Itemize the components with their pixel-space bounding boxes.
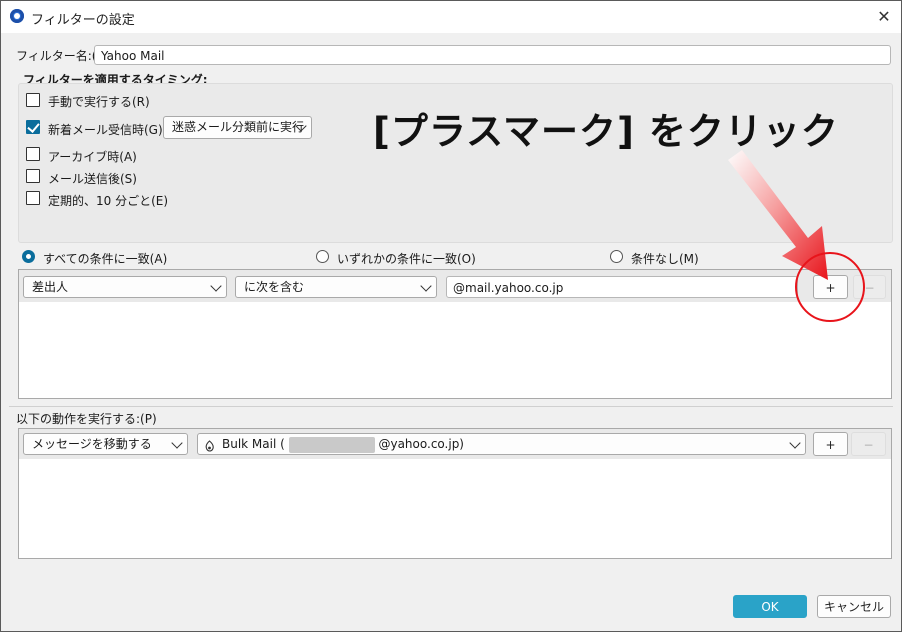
- condition-field-value: 差出人: [32, 280, 69, 294]
- manual-run-label: 手動で実行する(R): [48, 95, 150, 109]
- section-divider: [9, 406, 893, 407]
- new-mail-checkbox[interactable]: [26, 120, 40, 134]
- action-target-prefix: Bulk Mail (: [222, 437, 285, 451]
- match-any-label: いずれかの条件に一致(O): [337, 252, 476, 266]
- match-all-radio[interactable]: [22, 250, 35, 263]
- new-mail-timing-value: 迷惑メール分類前に実行: [172, 120, 305, 134]
- condition-field-select[interactable]: 差出人: [23, 276, 227, 298]
- new-mail-timing-select[interactable]: 迷惑メール分類前に実行: [163, 116, 312, 139]
- archive-label: アーカイブ時(A): [48, 150, 137, 164]
- action-type-select[interactable]: メッセージを移動する: [23, 433, 188, 455]
- match-any-radio[interactable]: [316, 250, 329, 263]
- manual-run-checkbox[interactable]: [26, 93, 40, 107]
- chevron-down-icon: [420, 280, 432, 292]
- match-none-radio[interactable]: [610, 250, 623, 263]
- action-target-select[interactable]: Bulk Mail ( @yahoo.co.jp): [197, 433, 806, 455]
- folder-icon: [204, 438, 215, 452]
- periodic-checkbox[interactable]: [26, 191, 40, 205]
- add-action-button[interactable]: +: [813, 432, 848, 456]
- chevron-down-icon: [789, 437, 801, 449]
- archive-checkbox[interactable]: [26, 147, 40, 161]
- match-none-label: 条件なし(M): [631, 252, 699, 266]
- thunderbird-icon: [10, 9, 24, 23]
- action-type-value: メッセージを移動する: [32, 437, 152, 451]
- add-condition-button[interactable]: +: [813, 275, 848, 299]
- actions-heading: 以下の動作を実行する:(P): [16, 412, 157, 426]
- new-mail-label: 新着メール受信時(G):: [48, 123, 167, 137]
- remove-action-button[interactable]: −: [851, 432, 886, 456]
- periodic-label: 定期的、10 分ごと(E): [48, 194, 169, 208]
- filter-settings-dialog: フィルターの設定 ✕ フィルター名:(I) Yahoo Mail フィルターを適…: [0, 0, 902, 632]
- condition-operator-select[interactable]: に次を含む: [235, 276, 437, 298]
- after-send-label: メール送信後(S): [48, 172, 137, 186]
- action-target-suffix: @yahoo.co.jp): [378, 437, 464, 451]
- window-title: フィルターの設定: [31, 13, 135, 28]
- filter-name-label: フィルター名:(I): [16, 49, 105, 63]
- condition-value-input[interactable]: @mail.yahoo.co.jp: [446, 276, 798, 298]
- chevron-down-icon: [210, 280, 222, 292]
- remove-condition-button[interactable]: −: [853, 275, 886, 299]
- close-icon[interactable]: ✕: [867, 1, 901, 33]
- after-send-checkbox[interactable]: [26, 169, 40, 183]
- redacted-account-name: [288, 436, 375, 453]
- cancel-button[interactable]: キャンセル: [817, 595, 891, 618]
- title-bar: フィルターの設定 ✕: [1, 1, 901, 33]
- ok-button[interactable]: OK: [733, 595, 807, 618]
- match-all-label: すべての条件に一致(A): [43, 252, 168, 266]
- condition-operator-value: に次を含む: [244, 280, 305, 294]
- filter-name-input[interactable]: Yahoo Mail: [94, 45, 891, 65]
- annotation-text: [プラスマーク] をクリック: [373, 110, 839, 153]
- chevron-down-icon: [171, 437, 183, 449]
